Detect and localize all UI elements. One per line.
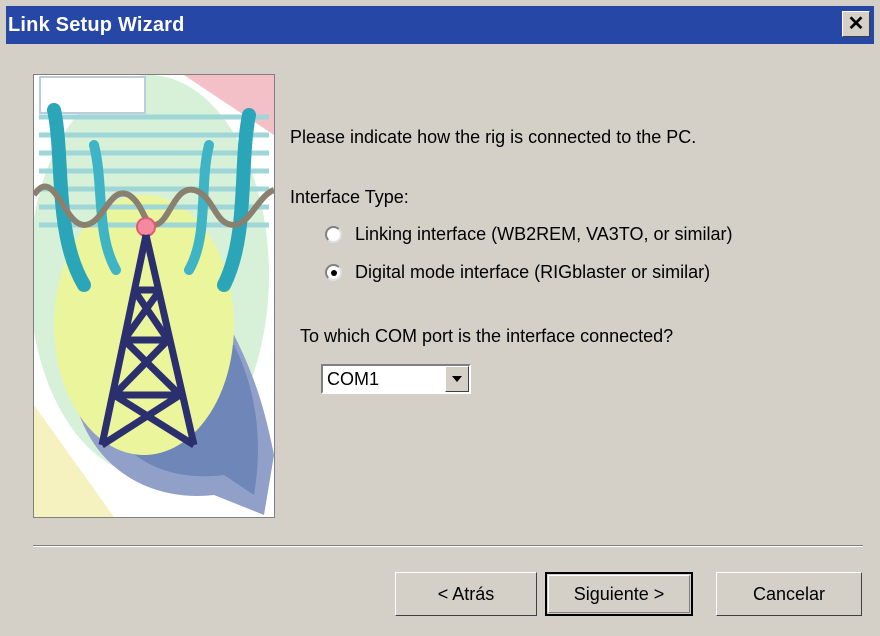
linking-interface-label[interactable]: Linking interface (WB2REM, VA3TO, or sim… (355, 224, 732, 245)
com-port-value: COM1 (327, 369, 380, 389)
chevron-down-icon (452, 376, 462, 382)
com-port-question: To which COM port is the interface conne… (300, 326, 674, 346)
dropdown-arrow-button[interactable] (445, 366, 469, 392)
back-button[interactable]: < Atrás (395, 572, 537, 616)
separator-line (33, 545, 863, 547)
linking-interface-radio[interactable] (325, 226, 342, 243)
title-bar: Link Setup Wizard ✕ (0, 0, 880, 44)
digital-mode-interface-label[interactable]: Digital mode interface (RIGblaster or si… (355, 262, 710, 283)
connection-prompt: Please indicate how the rig is connected… (290, 127, 697, 147)
cancel-button[interactable]: Cancelar (716, 572, 862, 616)
radio-tower-illustration (34, 75, 274, 517)
com-port-select[interactable]: COM1 (321, 364, 471, 394)
next-button[interactable]: Siguiente > (545, 572, 693, 616)
radio-selected-dot (331, 270, 337, 276)
close-button[interactable]: ✕ (842, 11, 870, 37)
wizard-illustration (33, 74, 275, 518)
window-title: Link Setup Wizard (8, 14, 185, 36)
close-icon: ✕ (847, 13, 865, 35)
digital-mode-interface-radio[interactable] (325, 264, 342, 281)
interface-type-label: Interface Type: (290, 187, 409, 207)
title-bar-fill: Link Setup Wizard (6, 6, 874, 44)
